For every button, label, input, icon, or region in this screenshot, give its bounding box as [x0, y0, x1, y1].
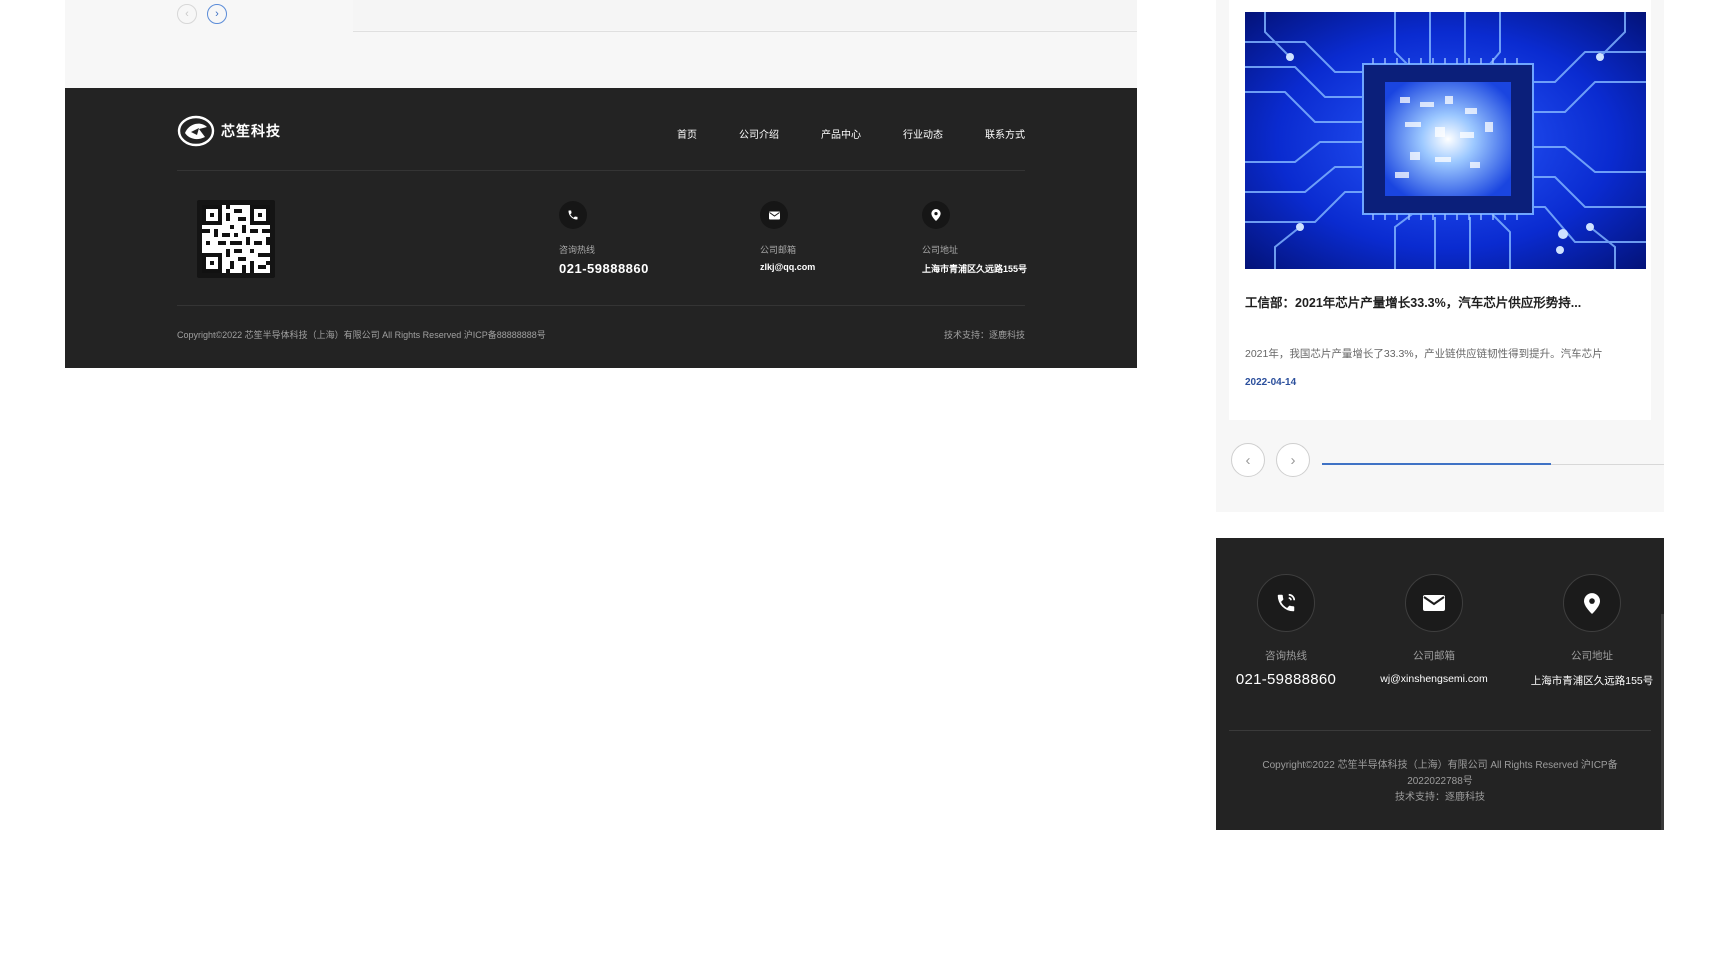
- carousel-prev-button[interactable]: ‹: [1231, 443, 1265, 477]
- divider: [177, 305, 1025, 306]
- contact-phone: 咨询热线 021-59888860: [559, 201, 649, 276]
- location-pin-icon: [1563, 574, 1621, 632]
- carousel-card-edge: [353, 0, 1137, 30]
- news-date: 2022-04-14: [1245, 377, 1297, 388]
- news-image-circuit-chip: [1245, 12, 1646, 269]
- contact-address: 公司地址 上海市青浦区久远路155号: [922, 201, 1027, 275]
- chevron-left-icon: ‹: [1245, 451, 1251, 469]
- carousel-next-button[interactable]: ›: [207, 4, 227, 24]
- news-excerpt: 2021年，我国芯片产量增长了33.3%，产业链供应链韧性得到提升。汽车芯片: [1245, 348, 1603, 360]
- contact-phone: 咨询热线 021-59888860: [1216, 574, 1356, 688]
- contact-phone-value[interactable]: 021-59888860: [1216, 671, 1356, 688]
- contact-email-label: 公司邮箱: [1413, 650, 1455, 662]
- contact-address-value: 上海市青浦区久远路155号: [922, 264, 1028, 274]
- contact-email-label: 公司邮箱: [760, 245, 797, 255]
- contact-phone-label: 咨询热线: [1265, 650, 1307, 662]
- chevron-left-icon: ‹: [185, 7, 189, 20]
- contact-address-label: 公司地址: [1571, 650, 1613, 662]
- nav-item-about[interactable]: 公司介绍: [739, 126, 779, 141]
- mobile-footer: 咨询热线 021-59888860 公司邮箱 wj@xinshengsemi.c…: [1216, 538, 1664, 830]
- contact-email: 公司邮箱 zlkj@qq.com: [760, 201, 815, 272]
- contact-email-value[interactable]: wj@xinshengsemi.com: [1364, 673, 1504, 685]
- tech-support-text[interactable]: 技术支持：逐鹿科技: [944, 328, 1025, 341]
- phone-icon: [559, 201, 587, 229]
- mail-icon: [1405, 574, 1463, 632]
- news-card[interactable]: 工信部：2021年芯片产量增长33.3%，汽车芯片供应形势持... 2021年，…: [1229, 0, 1651, 420]
- carousel-progress-fill: [1322, 463, 1552, 465]
- footer-nav: 首页 公司介绍 产品中心 行业动态 联系方式: [635, 126, 1025, 141]
- contact-email: 公司邮箱 wj@xinshengsemi.com: [1364, 574, 1504, 685]
- phone-icon: [1257, 574, 1315, 632]
- copyright-line-2: 2022022788号: [1407, 776, 1473, 787]
- nav-item-home[interactable]: 首页: [677, 126, 697, 141]
- contact-address: 公司地址 上海市青浦区久远路155号: [1522, 574, 1662, 688]
- desktop-carousel-strip: ‹ ›: [65, 0, 1137, 88]
- circuit-chip-illustration: [1245, 12, 1646, 269]
- chevron-right-icon: ›: [1290, 451, 1296, 469]
- contact-phone-value[interactable]: 021-59888860: [559, 261, 649, 276]
- carousel-progress-track: [353, 31, 1137, 32]
- nav-item-products[interactable]: 产品中心: [821, 126, 861, 141]
- tech-support-text[interactable]: 技术支持：逐鹿科技: [1240, 790, 1640, 806]
- contact-address-label: 公司地址: [922, 245, 959, 255]
- news-title[interactable]: 工信部：2021年芯片产量增长33.3%，汽车芯片供应形势持...: [1245, 292, 1645, 311]
- carousel-next-button[interactable]: ›: [1276, 443, 1310, 477]
- footer-logo[interactable]: 芯笙科技: [177, 115, 281, 147]
- location-pin-icon: [922, 201, 950, 229]
- carousel-prev-button[interactable]: ‹: [177, 4, 197, 24]
- divider: [1229, 730, 1651, 731]
- nav-item-contact[interactable]: 联系方式: [985, 126, 1025, 141]
- divider: [177, 170, 1025, 171]
- chevron-right-icon: ›: [215, 7, 219, 20]
- qr-code-icon: [202, 205, 270, 273]
- contact-email-value[interactable]: zlkj@qq.com: [760, 262, 815, 272]
- logo-icon: [177, 115, 215, 147]
- desktop-footer: 芯笙科技 首页 公司介绍 产品中心 行业动态 联系方式 咨询热线 021-598…: [65, 88, 1137, 368]
- contact-phone-label: 咨询热线: [559, 245, 596, 255]
- copyright-text: Copyright©2022 芯笙半导体科技（上海）有限公司 All Right…: [1240, 758, 1640, 806]
- qr-code: [197, 200, 275, 278]
- copyright-text: Copyright©2022 芯笙半导体科技（上海）有限公司 All Right…: [177, 330, 546, 340]
- copyright-line-1: Copyright©2022 芯笙半导体科技（上海）有限公司 All Right…: [1262, 760, 1618, 771]
- nav-item-news[interactable]: 行业动态: [903, 126, 943, 141]
- mail-icon: [760, 201, 788, 229]
- contact-address-value: 上海市青浦区久远路155号: [1530, 675, 1654, 687]
- mobile-news-section: 工信部：2021年芯片产量增长33.3%，汽车芯片供应形势持... 2021年，…: [1216, 0, 1664, 512]
- carousel-progress-track: [1322, 463, 1664, 465]
- logo-text: 芯笙科技: [221, 123, 281, 139]
